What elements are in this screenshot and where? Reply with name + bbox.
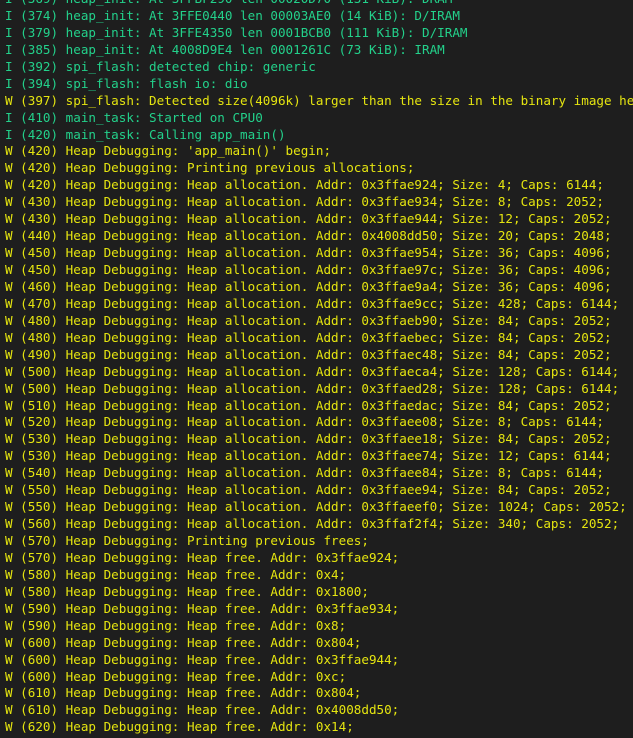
log-line: W (550) Heap Debugging: Heap allocation.… (5, 482, 612, 498)
log-line: I (385) heap_init: At 4008D9E4 len 00012… (5, 41, 445, 57)
log-line: W (600) Heap Debugging: Heap free. Addr:… (5, 651, 400, 667)
log-line: W (600) Heap Debugging: Heap free. Addr:… (5, 668, 347, 684)
log-line: W (580) Heap Debugging: Heap free. Addr:… (5, 566, 347, 582)
log-line: W (600) Heap Debugging: Heap free. Addr:… (5, 634, 362, 650)
log-line: W (500) Heap Debugging: Heap allocation.… (5, 363, 620, 379)
log-line: W (470) Heap Debugging: Heap allocation.… (5, 295, 620, 311)
log-line: W (397) spi_flash: Detected size(4096k) … (5, 92, 633, 108)
log-line: W (530) Heap Debugging: Heap allocation.… (5, 448, 612, 464)
log-line: W (450) Heap Debugging: Heap allocation.… (5, 245, 612, 261)
log-line: W (430) Heap Debugging: Heap allocation.… (5, 211, 612, 227)
log-line: I (394) spi_flash: flash io: dio (5, 75, 248, 91)
log-line: I (369) heap_init: At 3FFBF290 len 00020… (5, 0, 633, 8)
log-line: I (410) main_task: Started on CPU0 (5, 109, 263, 125)
log-line: W (500) Heap Debugging: Heap allocation.… (5, 380, 620, 396)
log-line: I (379) heap_init: At 3FFE4350 len 0001B… (5, 24, 468, 40)
log-line: I (392) spi_flash: detected chip: generi… (5, 58, 316, 74)
log-line: W (460) Heap Debugging: Heap allocation.… (5, 278, 612, 294)
log-line: W (610) Heap Debugging: Heap free. Addr:… (5, 702, 400, 718)
log-line: W (530) Heap Debugging: Heap allocation.… (5, 431, 612, 447)
log-line: W (590) Heap Debugging: Heap free. Addr:… (5, 617, 347, 633)
log-line: W (550) Heap Debugging: Heap allocation.… (5, 499, 627, 515)
log-line: W (510) Heap Debugging: Heap allocation.… (5, 397, 612, 413)
log-line: W (450) Heap Debugging: Heap allocation.… (5, 262, 612, 277)
log-line: W (590) Heap Debugging: Heap free. Addr:… (5, 600, 400, 616)
log-line: W (420) Heap Debugging: Printing previou… (5, 160, 415, 176)
log-line: I (374) heap_init: At 3FFE0440 len 00003… (5, 7, 460, 23)
log-line: W (570) Heap Debugging: Printing previou… (5, 533, 369, 548)
log-line: W (480) Heap Debugging: Heap allocation.… (5, 329, 612, 345)
log-line: W (490) Heap Debugging: Heap allocation.… (5, 346, 612, 362)
log-line: W (620) Heap Debugging: Heap free. Addr:… (5, 719, 354, 735)
log-line: W (440) Heap Debugging: Heap allocation.… (5, 228, 612, 244)
log-line: W (580) Heap Debugging: Heap free. Addr:… (5, 583, 369, 599)
log-line: W (480) Heap Debugging: Heap allocation.… (5, 312, 612, 328)
log-line: W (540) Heap Debugging: Heap allocation.… (5, 465, 604, 481)
log-line: W (430) Heap Debugging: Heap allocation.… (5, 194, 604, 210)
terminal-output: I (369) heap_init: At 3FFBF290 len 00020… (0, 0, 633, 738)
log-line: W (610) Heap Debugging: Heap free. Addr:… (5, 685, 362, 701)
log-line: W (420) Heap Debugging: Heap allocation.… (5, 177, 604, 193)
log-line: W (570) Heap Debugging: Heap free. Addr:… (5, 549, 400, 565)
log-line: W (520) Heap Debugging: Heap allocation.… (5, 414, 604, 430)
log-line: W (420) Heap Debugging: 'app_main()' beg… (5, 143, 332, 159)
log-line: I (420) main_task: Calling app_main() (5, 126, 286, 142)
log-line: W (560) Heap Debugging: Heap allocation.… (5, 516, 620, 532)
